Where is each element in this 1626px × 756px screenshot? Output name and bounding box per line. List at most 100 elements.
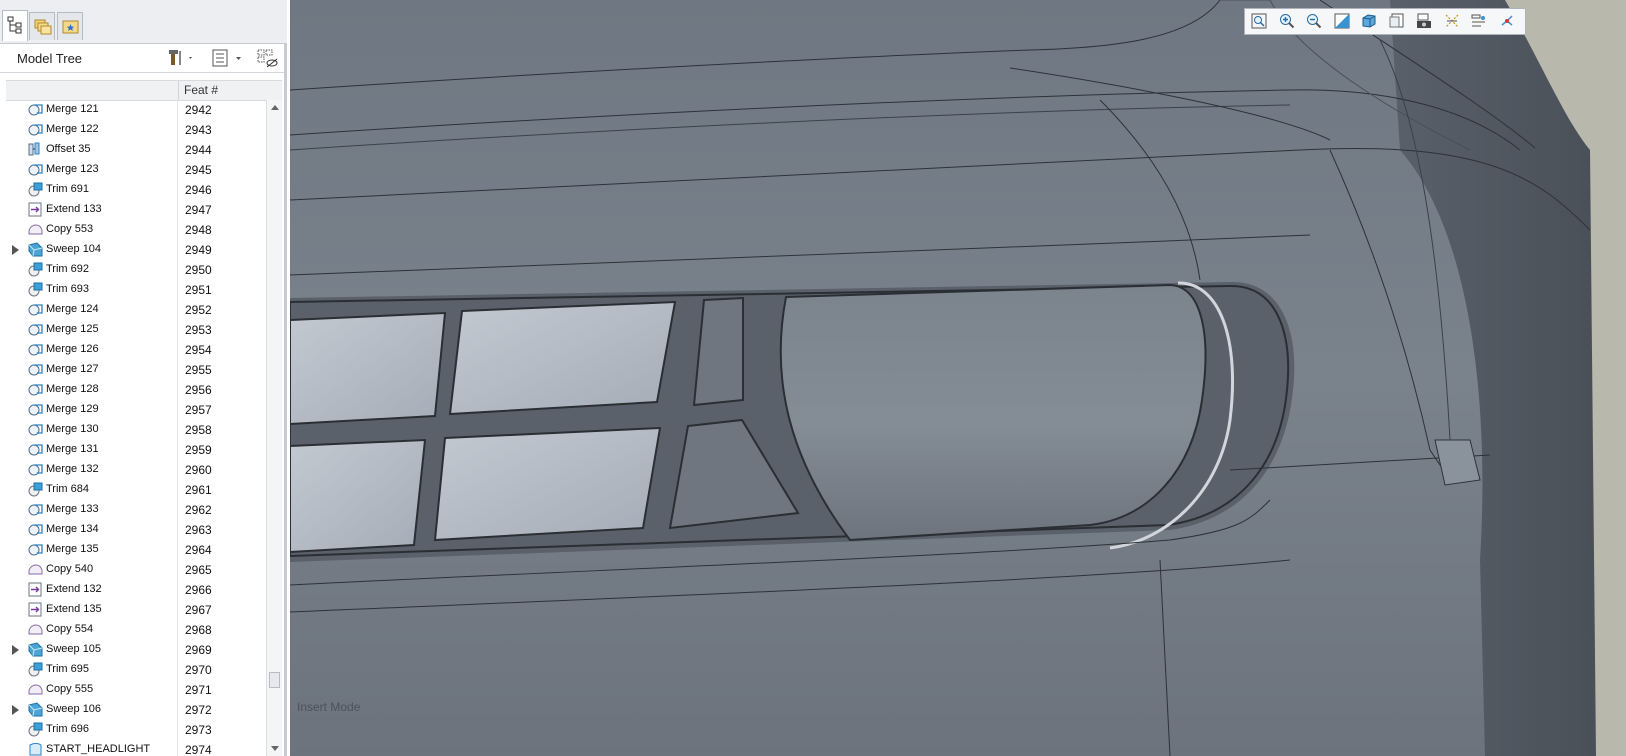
feature-name: Trim 696 bbox=[46, 723, 89, 735]
feature-name: Copy 540 bbox=[46, 563, 94, 575]
tree-row[interactable]: Trim 695 2970 bbox=[0, 660, 266, 680]
feature-number: 2965 bbox=[185, 563, 212, 577]
tree-row[interactable]: Sweep 104 2949 bbox=[0, 240, 266, 260]
tree-row[interactable]: START_HEADLIGHT 2974 bbox=[0, 740, 266, 756]
feature-name: Trim 692 bbox=[46, 263, 89, 275]
tree-row[interactable]: Merge 135 2964 bbox=[0, 540, 266, 560]
feature-name: Merge 128 bbox=[46, 383, 99, 395]
tree-row[interactable]: Merge 134 2963 bbox=[0, 520, 266, 540]
tree-row[interactable]: Merge 124 2952 bbox=[0, 300, 266, 320]
tree-row[interactable]: Merge 125 2953 bbox=[0, 320, 266, 340]
extend-feature-icon bbox=[28, 602, 43, 617]
copy-feature-icon bbox=[28, 682, 43, 697]
tree-row[interactable]: Trim 692 2950 bbox=[0, 260, 266, 280]
tree-row[interactable]: Trim 693 2951 bbox=[0, 280, 266, 300]
feat-number-column-header[interactable]: Feat # bbox=[184, 83, 218, 97]
trim-feature-icon bbox=[28, 182, 43, 197]
spin-center-button[interactable] bbox=[1495, 10, 1519, 33]
tree-row[interactable]: Sweep 106 2972 bbox=[0, 700, 266, 720]
merge-feature-icon bbox=[28, 322, 43, 337]
tree-row[interactable]: Merge 130 2958 bbox=[0, 420, 266, 440]
datum-display-button[interactable] bbox=[1440, 10, 1464, 33]
sweep-feature-icon bbox=[28, 702, 43, 717]
feature-name: Sweep 105 bbox=[46, 643, 102, 655]
expand-arrow-icon[interactable] bbox=[12, 245, 19, 255]
feature-number: 2948 bbox=[185, 223, 212, 237]
copy-feature-icon bbox=[28, 222, 43, 237]
tree-row[interactable]: Merge 121 2942 bbox=[0, 100, 266, 120]
repaint-button[interactable] bbox=[1330, 10, 1354, 33]
expand-arrow-icon[interactable] bbox=[12, 645, 19, 655]
feature-number: 2946 bbox=[185, 183, 212, 197]
folders-icon bbox=[34, 19, 52, 35]
settings-list-icon[interactable] bbox=[211, 48, 245, 73]
merge-feature-icon bbox=[28, 102, 43, 117]
sweep-feature-icon bbox=[28, 642, 43, 657]
feature-name: Trim 693 bbox=[46, 283, 89, 295]
feature-name: Merge 124 bbox=[46, 303, 99, 315]
feature-number: 2967 bbox=[185, 603, 212, 617]
tree-row[interactable]: Trim 691 2946 bbox=[0, 180, 266, 200]
feature-number: 2970 bbox=[185, 663, 212, 677]
tree-row[interactable]: Copy 540 2965 bbox=[0, 560, 266, 580]
tree-row[interactable]: Trim 684 2961 bbox=[0, 480, 266, 500]
tree-row[interactable]: Copy 553 2948 bbox=[0, 220, 266, 240]
tree-row[interactable]: Merge 132 2960 bbox=[0, 460, 266, 480]
feature-number: 2959 bbox=[185, 443, 212, 457]
scroll-thumb[interactable] bbox=[269, 672, 280, 688]
tree-row[interactable]: Extend 133 2947 bbox=[0, 200, 266, 220]
favorites-tab[interactable] bbox=[57, 12, 83, 40]
tree-row[interactable]: Trim 696 2973 bbox=[0, 720, 266, 740]
feature-number: 2974 bbox=[185, 743, 212, 756]
annotation-display-button[interactable] bbox=[1467, 10, 1491, 33]
display-style-button[interactable] bbox=[1357, 10, 1381, 33]
merge-feature-icon bbox=[28, 122, 43, 137]
tree-row[interactable]: Merge 123 2945 bbox=[0, 160, 266, 180]
saved-views-button[interactable] bbox=[1385, 10, 1409, 33]
headlight-model-render bbox=[290, 0, 1626, 756]
feature-name: Copy 554 bbox=[46, 623, 94, 635]
feature-name: Copy 555 bbox=[46, 683, 94, 695]
feature-number: 2951 bbox=[185, 283, 212, 297]
zoom-out-button[interactable] bbox=[1302, 10, 1326, 33]
tree-row[interactable]: Merge 127 2955 bbox=[0, 360, 266, 380]
feature-number: 2966 bbox=[185, 583, 212, 597]
folder-browser-tab[interactable] bbox=[29, 12, 55, 40]
tree-row[interactable]: Merge 126 2954 bbox=[0, 340, 266, 360]
tree-row[interactable]: Offset 35 2944 bbox=[0, 140, 266, 160]
column-separator[interactable] bbox=[178, 81, 179, 100]
model-tree-tab[interactable] bbox=[2, 10, 28, 41]
tree-row[interactable]: Merge 133 2962 bbox=[0, 500, 266, 520]
model-tree-header: Model Tree bbox=[0, 44, 284, 73]
feature-number: 2972 bbox=[185, 703, 212, 717]
tree-row[interactable]: Merge 131 2959 bbox=[0, 440, 266, 460]
tree-row[interactable]: Extend 135 2967 bbox=[0, 600, 266, 620]
tree-row[interactable]: Merge 129 2957 bbox=[0, 400, 266, 420]
tree-row[interactable]: Extend 132 2966 bbox=[0, 580, 266, 600]
graphics-viewport[interactable]: Insert Mode bbox=[290, 0, 1626, 756]
tree-row[interactable]: Sweep 105 2969 bbox=[0, 640, 266, 660]
zoom-in-button[interactable] bbox=[1275, 10, 1299, 33]
scroll-down-arrow-icon[interactable] bbox=[271, 746, 279, 751]
feature-name: Trim 691 bbox=[46, 183, 89, 195]
tree-row[interactable]: Copy 554 2968 bbox=[0, 620, 266, 640]
scroll-up-arrow-icon[interactable] bbox=[271, 105, 279, 110]
feature-number: 2943 bbox=[185, 123, 212, 137]
merge-feature-icon bbox=[28, 362, 43, 377]
feature-number: 2971 bbox=[185, 683, 212, 697]
feature-name: Merge 134 bbox=[46, 523, 99, 535]
refit-button[interactable] bbox=[1247, 10, 1271, 33]
model-tree-scrollbar[interactable] bbox=[266, 100, 282, 756]
copy-feature-icon bbox=[28, 622, 43, 637]
feature-name: Merge 122 bbox=[46, 123, 99, 135]
show-hide-icon[interactable] bbox=[256, 48, 280, 75]
expand-arrow-icon[interactable] bbox=[12, 705, 19, 715]
view-manager-button[interactable] bbox=[1412, 10, 1436, 33]
feature-number: 2962 bbox=[185, 503, 212, 517]
tree-row[interactable]: Merge 128 2956 bbox=[0, 380, 266, 400]
merge-feature-icon bbox=[28, 542, 43, 557]
tree-row[interactable]: Copy 555 2971 bbox=[0, 680, 266, 700]
tree-row[interactable]: Merge 122 2943 bbox=[0, 120, 266, 140]
surface-feature-icon bbox=[28, 742, 43, 756]
tools-icon[interactable] bbox=[168, 48, 194, 73]
